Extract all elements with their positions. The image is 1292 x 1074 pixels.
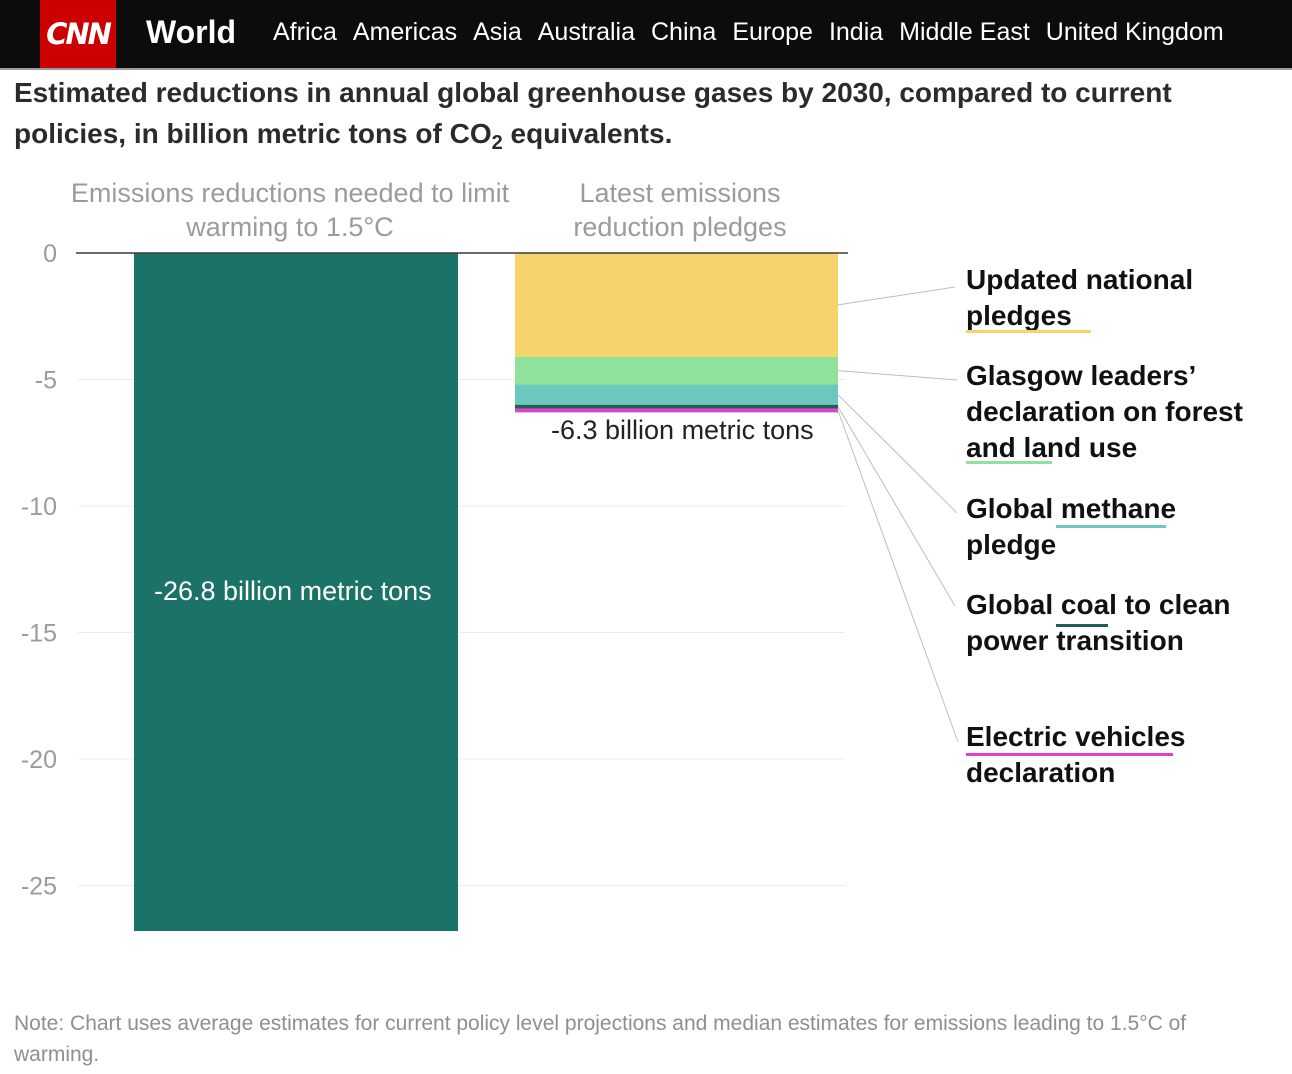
bar-segment-updated-national-pledges (515, 253, 838, 357)
y-tick-label: 0 (43, 240, 57, 268)
leader-line-coal (837, 406, 956, 607)
data-label-pledges-total: -6.3 billion metric tons (551, 415, 814, 445)
bar-segment-electric-vehicles (515, 408, 838, 413)
legend-glasgow-forest-declaration: Glasgow leaders’ declaration on forest a… (966, 360, 1243, 463)
y-tick-label: -15 (21, 620, 57, 648)
leader-line-updated-national-pledges (837, 286, 956, 306)
y-tick-label: -10 (21, 493, 57, 521)
data-label-needed: -26.8 billion metric tons (154, 576, 432, 606)
legend-global-coal-transition: Global coal to clean power transition (966, 589, 1231, 656)
bar-segment-methane (515, 384, 838, 405)
leader-line-glasgow-forest (837, 370, 958, 381)
legend-rule-updated-national-pledges (966, 330, 1091, 333)
legend-rule-global-coal-transition (1056, 624, 1108, 627)
bar-segment-coal (515, 404, 838, 409)
leader-line-methane (837, 394, 958, 514)
legend-rule-electric-vehicles-declaration (966, 753, 1173, 756)
legend-updated-national-pledges: Updated national pledges (966, 264, 1194, 331)
y-tick-label: -25 (21, 873, 57, 901)
bar-segment-glasgow-forest (515, 356, 838, 385)
legend-rule-global-methane-pledge (1056, 525, 1166, 528)
y-tick-label: -20 (21, 746, 57, 774)
leader-line-electric-vehicles (837, 410, 959, 743)
y-tick-label: -5 (35, 367, 57, 395)
chart-note: Note: Chart uses average estimates for c… (14, 1012, 1187, 1066)
legend-rule-glasgow-forest-declaration (966, 461, 1052, 464)
